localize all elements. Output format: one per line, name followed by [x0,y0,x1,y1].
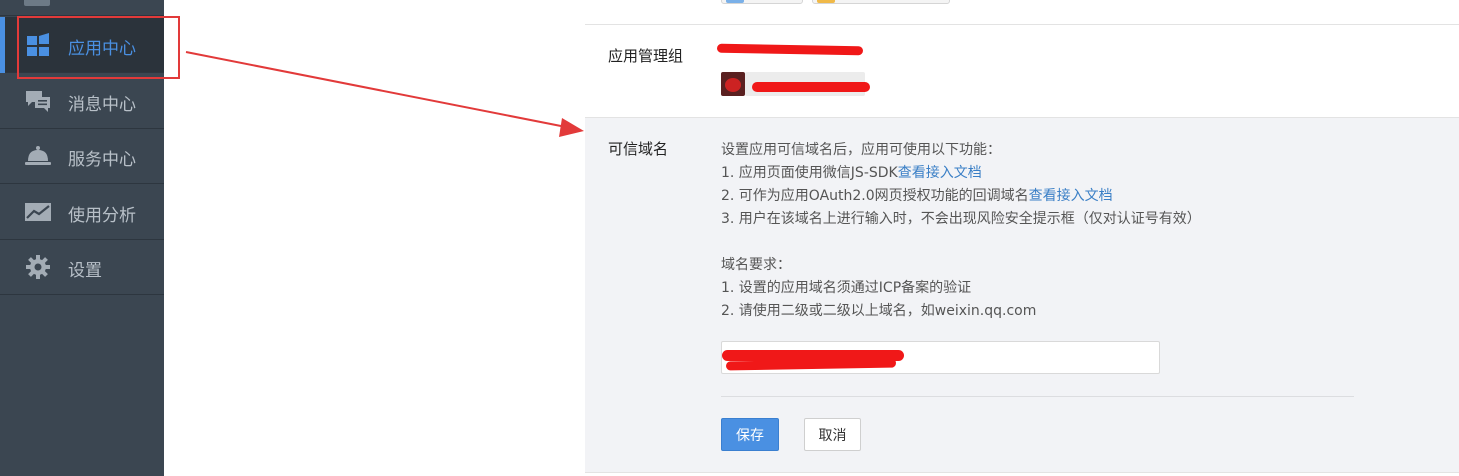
partial-icon [726,0,744,3]
sidebar-item-message-center[interactable]: 消息中心 [0,73,164,129]
view-docs-link[interactable]: 查看接入文档 [898,165,982,181]
divider [585,24,1459,25]
view-docs-link[interactable]: 查看接入文档 [1029,188,1113,204]
feature-item: 2. 可作为应用OAuth2.0网页授权功能的回调域名查看接入文档 [721,185,1113,205]
sidebar-item-partial[interactable] [0,0,164,16]
chat-bubbles-icon [24,88,52,114]
gear-icon [24,254,52,280]
trend-chart-icon [24,199,52,225]
sidebar-item-label: 设置 [68,261,102,281]
sidebar-item-app-center[interactable]: 应用中心 [0,17,164,73]
sidebar: 应用中心 消息中心 服务中心 使用分析 设置 [0,0,164,476]
partial-top-button[interactable] [721,0,803,4]
cancel-button[interactable]: 取消 [804,418,861,451]
divider [721,396,1354,397]
sidebar-item-usage-analysis[interactable]: 使用分析 [0,184,164,240]
active-indicator [0,17,5,73]
requirement-item: 2. 请使用二级或二级以上域名，如weixin.qq.com [721,303,1037,319]
sidebar-item-label: 服务中心 [68,150,136,170]
admin-group-label: 应用管理组 [608,47,684,65]
domain-requirements-title: 域名要求： [721,257,791,273]
service-bell-icon [24,143,52,169]
trusted-domain-label: 可信域名 [608,140,669,158]
feature-item: 3. 用户在该域名上进行输入时，不会出现风险安全提示框（仅对认证号有效） [721,211,1201,227]
avatar [721,72,745,96]
trusted-domain-panel [585,117,1459,473]
feature-text: 1. 应用页面使用微信JS-SDK [721,165,898,181]
requirement-item: 1. 设置的应用域名须通过ICP备案的验证 [721,280,972,296]
sidebar-item-service-center[interactable]: 服务中心 [0,128,164,184]
feature-text: 2. 可作为应用OAuth2.0网页授权功能的回调域名 [721,188,1029,204]
redaction-mark [716,43,864,56]
partial-icon [817,0,835,3]
trusted-domain-intro: 设置应用可信域名后，应用可使用以下功能： [721,142,1001,158]
redaction-mark [752,82,870,92]
partial-top-button[interactable] [812,0,950,4]
sidebar-item-label: 使用分析 [68,206,136,226]
feature-item: 1. 应用页面使用微信JS-SDK查看接入文档 [721,162,982,182]
sidebar-item-label: 消息中心 [68,95,136,115]
save-button[interactable]: 保存 [721,418,779,451]
sidebar-item-settings[interactable]: 设置 [0,239,164,295]
apps-grid-icon [24,32,52,58]
partial-icon [24,0,50,6]
sidebar-item-label: 应用中心 [68,39,136,59]
